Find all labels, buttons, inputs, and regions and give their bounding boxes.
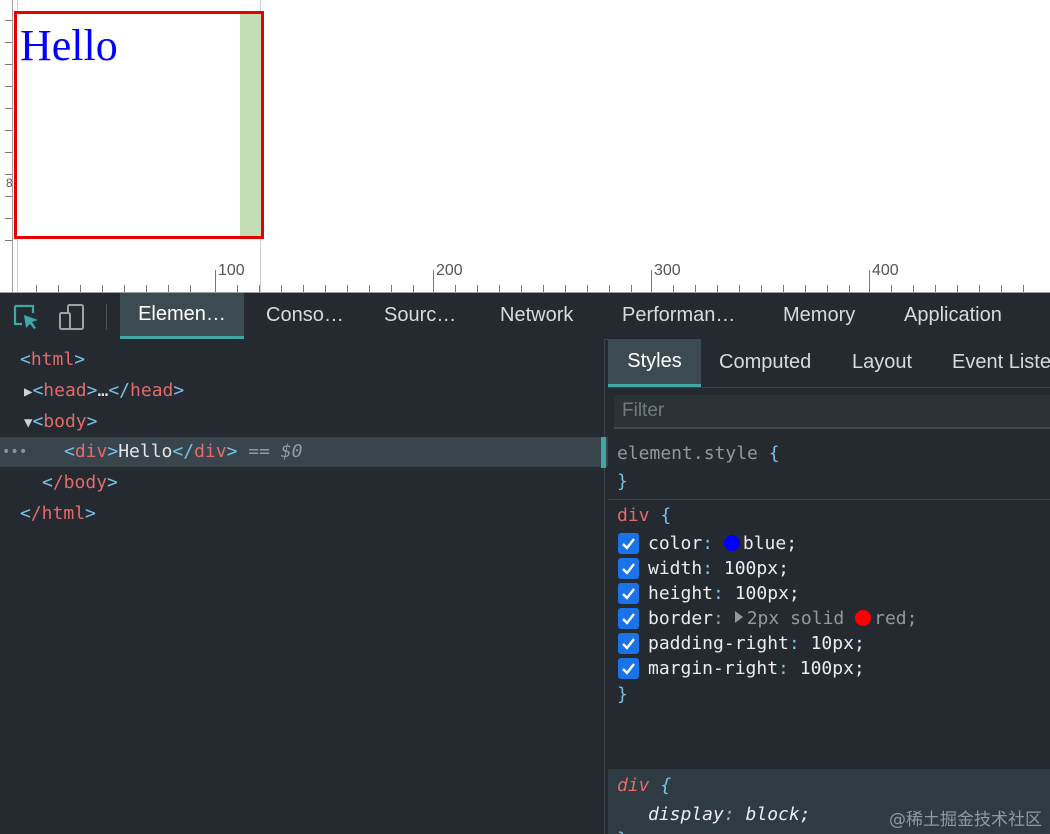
decl-color[interactable]: color: blue; bbox=[648, 531, 797, 556]
dom-node-html-close[interactable]: </html> bbox=[0, 499, 624, 529]
demo-div-text: Hello bbox=[20, 21, 118, 70]
toggle-padding-right-checkbox[interactable] bbox=[618, 633, 639, 654]
decl-height[interactable]: height: 100px; bbox=[648, 581, 800, 606]
h-ruler-label-300: 300 bbox=[654, 262, 681, 279]
element-style-selector: element.style bbox=[617, 443, 758, 464]
tab-network[interactable]: Network bbox=[500, 293, 573, 339]
tab-memory[interactable]: Memory bbox=[783, 293, 855, 339]
filter-input[interactable] bbox=[614, 395, 1050, 427]
red-color-swatch[interactable] bbox=[855, 610, 872, 626]
ua-decl-display: display: block; bbox=[648, 804, 811, 825]
dom-node-html[interactable]: <html> bbox=[0, 345, 624, 375]
decl-width[interactable]: width: 100px; bbox=[648, 556, 789, 581]
h-ruler-label-200: 200 bbox=[436, 262, 463, 279]
toggle-color-checkbox[interactable] bbox=[618, 533, 639, 554]
horizontal-ruler: 100 200 300 400 bbox=[0, 262, 1050, 293]
styles-subtabs: Styles Computed Layout Event Liste bbox=[608, 339, 1050, 388]
expand-shorthand-icon[interactable] bbox=[734, 611, 743, 623]
h-ruler-label-100: 100 bbox=[218, 262, 245, 279]
toggle-width-checkbox[interactable] bbox=[618, 558, 639, 579]
watermark-text: @稀土掘金技术社区 bbox=[889, 810, 1042, 830]
subtab-computed[interactable]: Computed bbox=[719, 339, 811, 387]
tab-application[interactable]: Application bbox=[904, 293, 1002, 339]
toggle-margin-right-checkbox[interactable] bbox=[618, 658, 639, 679]
styles-pane: Styles Computed Layout Event Liste eleme… bbox=[608, 339, 1050, 834]
decl-padding-right[interactable]: padding-right: 10px; bbox=[648, 631, 865, 656]
dom-node-head[interactable]: ▶<head>…</head> bbox=[0, 376, 628, 406]
ua-selector: div bbox=[617, 775, 650, 796]
subtab-styles[interactable]: Styles bbox=[608, 339, 701, 387]
dom-tree: <html> ▶<head>…</head> ▼<body> ••• <div>H… bbox=[0, 339, 668, 834]
demo-div-box: Hello bbox=[14, 11, 264, 239]
element-style-rule: element.style { } bbox=[617, 443, 780, 492]
rule-selector[interactable]: div bbox=[617, 505, 650, 526]
decl-border[interactable]: border: 2px solid red; bbox=[648, 606, 917, 631]
padding-highlight bbox=[240, 14, 261, 236]
decl-margin-right[interactable]: margin-right: 100px; bbox=[648, 656, 865, 681]
dom-node-div-selected[interactable]: ••• <div>Hello</div> == $0 bbox=[0, 437, 668, 467]
blue-color-swatch[interactable] bbox=[723, 535, 740, 551]
h-ruler-label-400: 400 bbox=[872, 262, 899, 279]
tab-sources[interactable]: Sourc… bbox=[384, 293, 456, 339]
vertical-ruler: 8 bbox=[0, 0, 13, 293]
selected-node-ref: == $0 bbox=[248, 441, 303, 462]
dom-node-body-close[interactable]: </body> bbox=[0, 468, 646, 498]
toggle-border-checkbox[interactable] bbox=[618, 608, 639, 629]
dom-node-body[interactable]: ▼<body> bbox=[0, 407, 628, 437]
styles-filter bbox=[614, 395, 1050, 429]
device-toolbar-icon[interactable] bbox=[58, 303, 86, 331]
div-rule: div { color: blue; width: 100px; height:… bbox=[617, 505, 918, 705]
pane-splitter[interactable] bbox=[604, 339, 605, 834]
tab-console[interactable]: Conso… bbox=[266, 293, 344, 339]
v-ruler-label: 8 bbox=[6, 176, 13, 190]
inspect-element-icon[interactable] bbox=[12, 303, 40, 331]
subtab-layout[interactable]: Layout bbox=[852, 339, 912, 387]
page-viewport: 8 Hello 100 200 300 400 bbox=[0, 0, 1050, 293]
subtab-event-listeners[interactable]: Event Liste bbox=[952, 339, 1050, 387]
toggle-height-checkbox[interactable] bbox=[618, 583, 639, 604]
devtools-panel: Elemen… Conso… Sourc… Network Performan…… bbox=[0, 293, 1050, 834]
tab-elements[interactable]: Elemen… bbox=[120, 293, 244, 339]
tab-performance[interactable]: Performan… bbox=[622, 293, 735, 339]
selection-marker bbox=[601, 437, 606, 468]
more-options-icon[interactable]: ••• bbox=[2, 437, 27, 467]
devtools-tabbar: Elemen… Conso… Sourc… Network Performan…… bbox=[0, 293, 1050, 340]
